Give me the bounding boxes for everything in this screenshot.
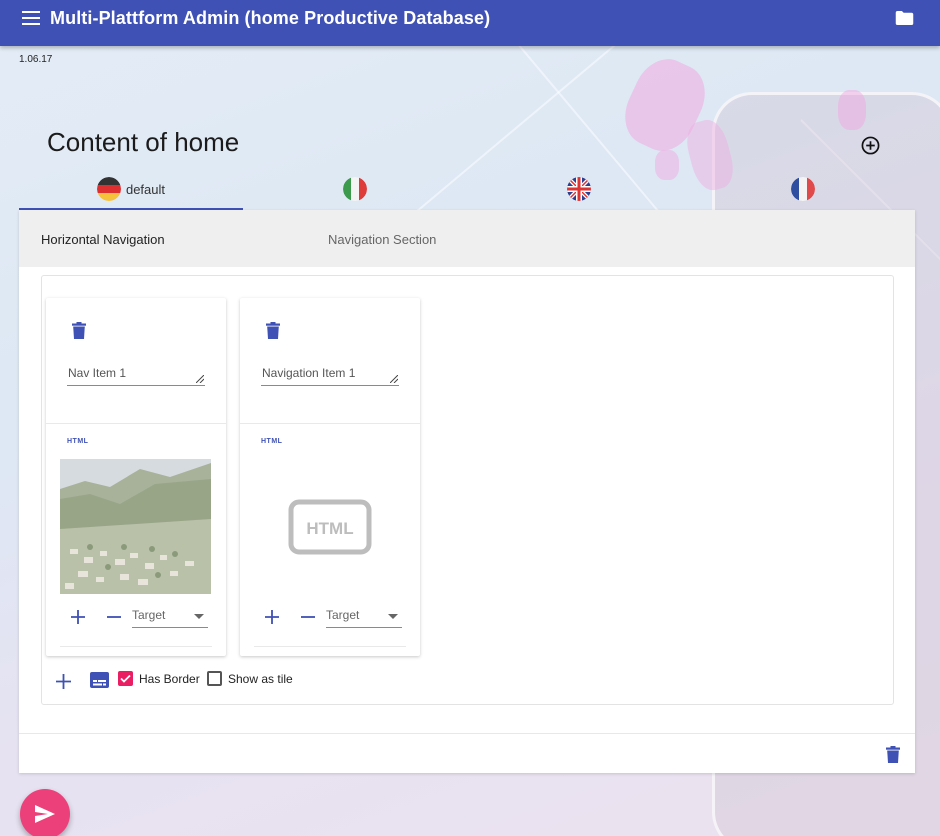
tab-navigation-section[interactable]: Navigation Section: [328, 232, 436, 247]
resize-handle-icon[interactable]: [196, 375, 204, 383]
nav-item-card: Navigation Item 1 HTML HTML Target: [240, 298, 420, 656]
version-label: 1.06.17: [19, 54, 53, 65]
html-placeholder-icon: HTML: [288, 499, 372, 555]
menu-icon[interactable]: [22, 11, 40, 25]
html-icon: HTML: [261, 438, 283, 445]
navigation-editor: Nav Item 1 HTML Target Navigation Item 1…: [41, 275, 894, 705]
target-select[interactable]: Target: [326, 606, 402, 628]
target-select-placeholder: Target: [132, 608, 166, 622]
tab-language-gb[interactable]: [467, 168, 691, 210]
mountain-village-image: [60, 459, 211, 594]
page-title: Content of home: [47, 127, 240, 157]
checkmark-icon: [120, 674, 131, 683]
html-icon: HTML: [67, 438, 89, 445]
flag-it-icon: [343, 177, 367, 201]
nav-item-card: Nav Item 1 HTML Target: [46, 298, 226, 656]
folder-icon[interactable]: [895, 11, 914, 25]
tab-language-default[interactable]: default: [19, 168, 243, 210]
has-border-checkbox[interactable]: [118, 671, 133, 686]
divider: [240, 423, 420, 424]
show-as-tile-checkbox[interactable]: [207, 671, 222, 686]
divider: [254, 646, 406, 647]
has-border-label: Has Border: [139, 672, 200, 686]
plus-icon[interactable]: [265, 610, 279, 624]
tab-language-label: default: [125, 181, 166, 197]
nav-item-controls: Target: [67, 606, 208, 630]
add-nav-item-icon[interactable]: [56, 674, 71, 689]
minus-icon[interactable]: [107, 610, 121, 624]
trash-icon[interactable]: [886, 746, 900, 763]
plus-icon[interactable]: [71, 610, 85, 624]
flag-fr-icon: [791, 177, 815, 201]
nav-item-name-value: Nav Item 1: [68, 366, 127, 380]
chevron-down-icon: [388, 614, 398, 619]
target-select-placeholder: Target: [326, 608, 360, 622]
nav-item-controls: Target: [261, 606, 402, 630]
content-card: Horizontal Navigation Navigation Section…: [19, 210, 915, 773]
tab-language-it[interactable]: [243, 168, 467, 210]
nav-item-name-value: Navigation Item 1: [262, 366, 356, 380]
app-bar: Multi-Plattform Admin (home Productive D…: [0, 0, 940, 46]
divider: [46, 423, 226, 424]
trash-icon[interactable]: [72, 322, 86, 339]
show-as-tile-label: Show as tile: [228, 672, 293, 686]
trash-icon[interactable]: [266, 322, 280, 339]
chevron-down-icon: [194, 614, 204, 619]
section-tabs: Horizontal Navigation Navigation Section: [19, 210, 915, 267]
flag-gb-icon: [567, 177, 591, 201]
divider: [19, 733, 915, 734]
nav-item-name-input[interactable]: Navigation Item 1: [261, 366, 399, 386]
tab-horizontal-navigation[interactable]: Horizontal Navigation: [41, 232, 165, 247]
resize-handle-icon[interactable]: [390, 375, 398, 383]
tab-language-fr[interactable]: [691, 168, 915, 210]
nav-item-image: [60, 459, 211, 594]
target-select[interactable]: Target: [132, 606, 208, 628]
navigation-options-toolbar: Has Border Show as tile: [56, 670, 456, 694]
add-circle-icon[interactable]: [861, 136, 880, 155]
nav-item-name-input[interactable]: Nav Item 1: [67, 366, 205, 386]
language-tabs: default: [19, 168, 915, 210]
app-title: Multi-Plattform Admin (home Productive D…: [50, 7, 491, 28]
subtitles-icon[interactable]: [90, 672, 109, 688]
svg-text:HTML: HTML: [306, 519, 353, 538]
send-button[interactable]: [20, 789, 70, 836]
divider: [60, 646, 212, 647]
send-icon: [35, 805, 55, 823]
flag-de-icon: [96, 177, 121, 201]
minus-icon[interactable]: [301, 610, 315, 624]
